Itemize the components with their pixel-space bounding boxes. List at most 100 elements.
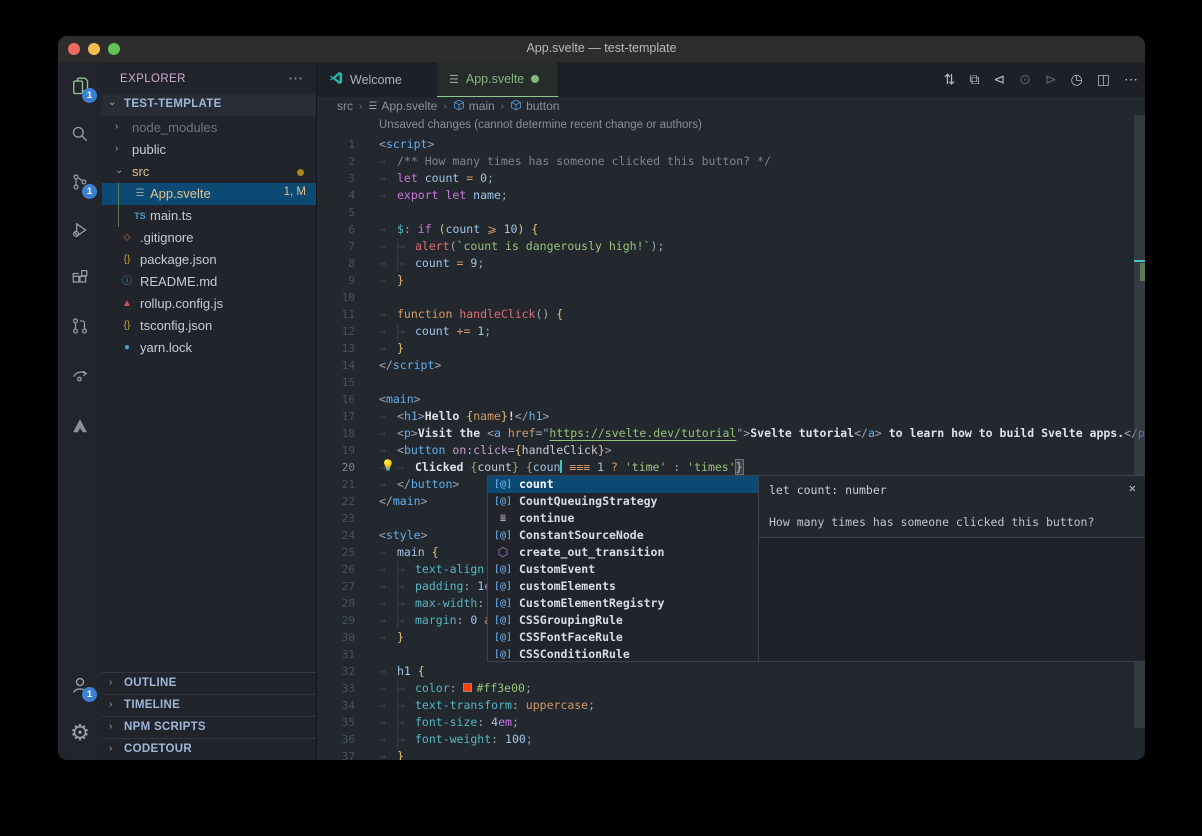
close-icon[interactable]: ✕ bbox=[1129, 481, 1136, 495]
vscode-window: App.svelte — test-template 111⚙ EXPLORER… bbox=[58, 36, 1145, 760]
breadcrumb: src›☰App.svelte›main›button bbox=[317, 97, 1145, 115]
more-actions-icon[interactable]: ⋯ bbox=[1124, 71, 1138, 88]
project-root-row[interactable]: ⌄ TEST-TEMPLATE bbox=[102, 94, 316, 116]
more-actions-icon[interactable]: ⋯ bbox=[288, 69, 304, 87]
code-line-5[interactable]: 5 bbox=[317, 204, 1145, 221]
activity-live-share-icon[interactable] bbox=[58, 352, 102, 396]
file-row-app-svelte[interactable]: ☰App.svelte1, M bbox=[102, 183, 316, 205]
sidebar-title: EXPLORER bbox=[120, 73, 186, 85]
breadcrumb-main[interactable]: main bbox=[453, 99, 495, 114]
activity-settings-icon[interactable]: ⚙ bbox=[58, 711, 102, 755]
code-line-7[interactable]: 7→→alert(`count is dangerously high!`); bbox=[317, 238, 1145, 255]
editor-actions: ⇅ ⧉ ⊲ ⊙ ⊳ ◷ ◫ ⋯ bbox=[944, 62, 1138, 97]
code-line-8[interactable]: 8→→count = 9; bbox=[317, 255, 1145, 272]
code-line-36[interactable]: 36→→font-weight: 100; bbox=[317, 731, 1145, 748]
code-line-3[interactable]: 3→let count = 0; bbox=[317, 170, 1145, 187]
breadcrumb-app-svelte[interactable]: ☰App.svelte bbox=[368, 99, 437, 113]
dirty-dot-icon bbox=[531, 75, 539, 83]
open-changes-icon[interactable]: ⇅ bbox=[944, 71, 956, 88]
code-line-14[interactable]: 14</script> bbox=[317, 357, 1145, 374]
gitlens-annotation: Unsaved changes (cannot determine recent… bbox=[379, 119, 702, 131]
code-line-20[interactable]: 20→→Clicked {count} {coun ≡≡≡ 1 ? 'time'… bbox=[317, 459, 1145, 476]
tab-label: App.svelte bbox=[466, 72, 524, 86]
line-number: 5 bbox=[317, 204, 355, 221]
code-line-32[interactable]: 32→h1 { bbox=[317, 663, 1145, 680]
file-lines-icon: ☰ bbox=[368, 101, 377, 112]
file-row--gitignore[interactable]: ⬦.gitignore bbox=[102, 227, 316, 249]
line-content: <script> bbox=[379, 136, 434, 153]
file-row-src[interactable]: ⌄src bbox=[102, 161, 316, 183]
code-line-11[interactable]: 11→function handleClick() { bbox=[317, 306, 1145, 323]
breadcrumb-separator: › bbox=[359, 101, 362, 112]
file-row-tsconfig-json[interactable]: {}tsconfig.json bbox=[102, 315, 316, 337]
code-line-33[interactable]: 33→→color: #ff3e00; bbox=[317, 680, 1145, 697]
lightbulb-icon[interactable]: 💡 bbox=[381, 459, 395, 476]
next-change-icon[interactable]: ⊳ bbox=[1045, 71, 1057, 88]
code-line-1[interactable]: 1<script> bbox=[317, 136, 1145, 153]
split-editor-icon[interactable]: ◫ bbox=[1097, 71, 1110, 88]
activity-run-debug-icon[interactable] bbox=[58, 208, 102, 252]
activity-extensions-icon[interactable] bbox=[58, 256, 102, 300]
suggest-label: count bbox=[519, 476, 554, 493]
file-name: node_modules bbox=[132, 120, 217, 135]
code-line-16[interactable]: 16<main> bbox=[317, 391, 1145, 408]
section-timeline[interactable]: ›TIMELINE bbox=[102, 694, 316, 716]
file-row-yarn-lock[interactable]: ●yarn.lock bbox=[102, 337, 316, 359]
activity-accounts-icon[interactable]: 1 bbox=[58, 663, 102, 707]
activity-search-icon[interactable] bbox=[58, 112, 102, 156]
rollup-icon: ▲ bbox=[120, 296, 134, 312]
tab-label: Welcome bbox=[350, 73, 402, 87]
line-content: →/** How many times has someone clicked … bbox=[379, 153, 771, 170]
code-line-6[interactable]: 6→$: if (count ⩾ 10) { bbox=[317, 221, 1145, 238]
section-outline[interactable]: ›OUTLINE bbox=[102, 672, 316, 694]
file-row-package-json[interactable]: {}package.json bbox=[102, 249, 316, 271]
code-line-10[interactable]: 10 bbox=[317, 289, 1145, 306]
code-line-35[interactable]: 35→→font-size: 4em; bbox=[317, 714, 1145, 731]
activity-source-control-icon[interactable]: 1 bbox=[58, 160, 102, 204]
code-line-13[interactable]: 13→} bbox=[317, 340, 1145, 357]
git-icon: ⬦ bbox=[120, 230, 134, 246]
code-line-34[interactable]: 34→→text-transform: uppercase; bbox=[317, 697, 1145, 714]
file-row-public[interactable]: ›public bbox=[102, 139, 316, 161]
section-npm-scripts[interactable]: ›NPM SCRIPTS bbox=[102, 716, 316, 738]
code-line-37[interactable]: 37→} bbox=[317, 748, 1145, 760]
svelte-file-icon: ☰ bbox=[133, 186, 147, 202]
code-line-17[interactable]: 17→<h1>Hello {name}!</h1> bbox=[317, 408, 1145, 425]
line-number: 35 bbox=[317, 714, 355, 731]
previous-change-icon[interactable]: ⊲ bbox=[993, 71, 1005, 88]
line-number: 11 bbox=[317, 306, 355, 323]
file-annotations-icon[interactable]: ◷ bbox=[1071, 71, 1083, 88]
code-line-18[interactable]: 18→<p>Visit the <a href="https://svelte.… bbox=[317, 425, 1145, 442]
file-row-readme-md[interactable]: ⓘREADME.md bbox=[102, 271, 316, 293]
file-name: public bbox=[132, 142, 166, 157]
title-bar[interactable]: App.svelte — test-template bbox=[58, 36, 1145, 62]
code-line-19[interactable]: 19→<button on:click={handleClick}> bbox=[317, 442, 1145, 459]
file-row-main-ts[interactable]: TSmain.ts bbox=[102, 205, 316, 227]
line-content: </script> bbox=[379, 357, 441, 374]
file-row-rollup-config-js[interactable]: ▲rollup.config.js bbox=[102, 293, 316, 315]
explorer-sidebar: EXPLORER ⋯ ⌄ TEST-TEMPLATE ›node_modules… bbox=[102, 62, 316, 760]
tab-welcome[interactable]: Welcome bbox=[317, 62, 437, 97]
section-label: CODETOUR bbox=[124, 743, 192, 755]
code-line-12[interactable]: 12→→count += 1; bbox=[317, 323, 1145, 340]
activity-github-pull-requests-icon[interactable] bbox=[58, 304, 102, 348]
code-line-15[interactable]: 15 bbox=[317, 374, 1145, 391]
section-codetour[interactable]: ›CODETOUR bbox=[102, 738, 316, 760]
activity-explorer-icon[interactable]: 1 bbox=[58, 64, 102, 108]
file-name: main.ts bbox=[150, 208, 192, 223]
tab-app-svelte[interactable]: ☰ App.svelte bbox=[437, 62, 559, 97]
braces-icon: {} bbox=[120, 252, 134, 268]
line-content: →→Clicked {count} {coun ≡≡≡ 1 ? 'time' :… bbox=[379, 459, 743, 476]
code-line-4[interactable]: 4→export let name; bbox=[317, 187, 1145, 204]
code-editor[interactable]: Unsaved changes (cannot determine recent… bbox=[317, 115, 1145, 760]
breadcrumb-button[interactable]: button bbox=[510, 99, 559, 114]
open-preview-icon[interactable]: ⧉ bbox=[969, 71, 979, 88]
activity-azure-icon[interactable] bbox=[58, 404, 102, 448]
file-row-node-modules[interactable]: ›node_modules bbox=[102, 117, 316, 139]
code-line-9[interactable]: 9→} bbox=[317, 272, 1145, 289]
code-line-2[interactable]: 2→/** How many times has someone clicked… bbox=[317, 153, 1145, 170]
color-swatch[interactable] bbox=[463, 683, 472, 692]
breadcrumb-src[interactable]: src bbox=[337, 99, 353, 113]
line-number: 19 bbox=[317, 442, 355, 459]
current-change-icon[interactable]: ⊙ bbox=[1019, 71, 1031, 88]
